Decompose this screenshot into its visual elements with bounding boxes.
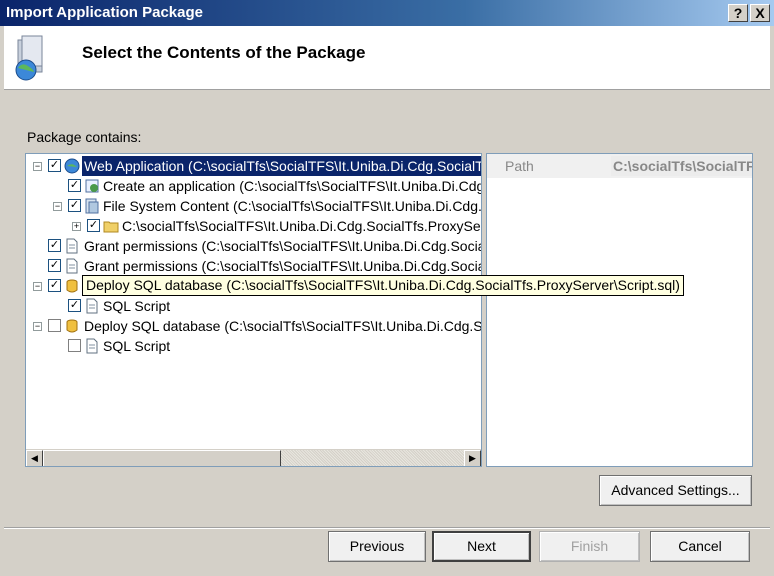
tree-item-label: Deploy SQL database (C:\socialTfs\Social…: [84, 318, 482, 334]
tree-item-file-system-content[interactable]: − ✓ File System Content (C:\socialTfs\So…: [26, 196, 481, 216]
package-globe-icon: [12, 34, 48, 82]
tree-item-grant-permissions-2[interactable]: ✓ Grant permissions (C:\socialTfs\Social…: [26, 256, 481, 276]
tree-checkbox[interactable]: ✓: [68, 179, 81, 192]
footer-separator: [4, 527, 770, 529]
tree-item-label: SQL Script: [103, 298, 171, 314]
scroll-left-icon[interactable]: ◀: [26, 450, 43, 466]
help-button[interactable]: ?: [728, 4, 748, 22]
tree-checkbox[interactable]: ✓: [68, 199, 81, 212]
tree-item-folder[interactable]: + ✓ C:\socialTfs\SocialTFS\It.Uniba.Di.C…: [26, 216, 481, 236]
package-tree[interactable]: − ✓ Web Application (C:\socialTfs\Social…: [25, 153, 482, 467]
tree-item-label: Web Application (C:\socialTfs\SocialTFS\…: [82, 156, 481, 176]
file-system-icon: [84, 198, 100, 214]
tree-item-label: SQL Script: [103, 338, 171, 354]
collapse-icon[interactable]: −: [53, 202, 62, 211]
tree-item-label: Grant permissions (C:\socialTfs\SocialTF…: [84, 258, 482, 274]
document-icon: [64, 258, 80, 274]
scroll-track[interactable]: [281, 450, 464, 466]
tree-checkbox[interactable]: ✓: [48, 239, 61, 252]
scroll-right-icon[interactable]: ▶: [464, 450, 481, 466]
tree-item-deploy-sql-2[interactable]: − Deploy SQL database (C:\socialTfs\Soci…: [26, 316, 481, 336]
tree-checkbox[interactable]: ✓: [48, 259, 61, 272]
script-icon: [84, 338, 100, 354]
database-icon: [64, 278, 80, 294]
advanced-settings-button[interactable]: Advanced Settings...: [599, 475, 752, 506]
expand-icon[interactable]: +: [72, 222, 81, 231]
property-value: C:\socialTfs\SocialTF: [611, 156, 753, 176]
document-icon: [64, 238, 80, 254]
tree-item-label: C:\socialTfs\SocialTFS\It.Uniba.Di.Cdg.S…: [122, 218, 482, 234]
tree-checkbox[interactable]: ✓: [48, 159, 61, 172]
tree-item-label: File System Content (C:\socialTfs\Social…: [103, 198, 482, 214]
script-icon: [84, 298, 100, 314]
tree-item-create-application[interactable]: ✓ Create an application (C:\socialTfs\So…: [26, 176, 481, 196]
wizard-header: Select the Contents of the Package: [4, 26, 770, 90]
tree-item-tooltip: Deploy SQL database (C:\socialTfs\Social…: [82, 275, 684, 296]
next-button[interactable]: Next: [432, 531, 531, 562]
tree-checkbox[interactable]: ✓: [87, 219, 100, 232]
window-title: Import Application Package: [6, 4, 203, 21]
tree-item-grant-permissions-1[interactable]: ✓ Grant permissions (C:\socialTfs\Social…: [26, 236, 481, 256]
page-title: Select the Contents of the Package: [82, 43, 366, 62]
tree-checkbox[interactable]: [48, 319, 61, 332]
properties-panel: Path C:\socialTfs\SocialTF: [486, 153, 753, 467]
tree-item-label: Grant permissions (C:\socialTfs\SocialTF…: [84, 238, 482, 254]
previous-button[interactable]: Previous: [328, 531, 426, 562]
cancel-button[interactable]: Cancel: [650, 531, 750, 562]
folder-icon: [103, 218, 119, 234]
tree-checkbox[interactable]: ✓: [68, 299, 81, 312]
app-icon: [84, 178, 100, 194]
tree-checkbox[interactable]: ✓: [48, 279, 61, 292]
property-row-path: Path C:\socialTfs\SocialTF: [487, 154, 752, 178]
globe-icon: [64, 158, 80, 174]
tree-item-web-application[interactable]: − ✓ Web Application (C:\socialTfs\Social…: [26, 156, 481, 176]
title-bar: Import Application Package ? X: [0, 0, 774, 26]
tree-item-sql-script-2[interactable]: SQL Script: [26, 336, 481, 356]
collapse-icon[interactable]: −: [33, 282, 42, 291]
horizontal-scrollbar[interactable]: ◀ ▶: [26, 449, 481, 466]
collapse-icon[interactable]: −: [33, 162, 42, 171]
property-key: Path: [505, 158, 534, 174]
tree-item-label: Create an application (C:\socialTfs\Soci…: [103, 178, 482, 194]
scroll-thumb[interactable]: [43, 450, 281, 466]
tree-checkbox[interactable]: [68, 339, 81, 352]
package-contains-label: Package contains:: [27, 129, 142, 145]
collapse-icon[interactable]: −: [33, 322, 42, 331]
tree-item-sql-script-1[interactable]: ✓ SQL Script: [26, 296, 481, 316]
database-icon: [64, 318, 80, 334]
finish-button[interactable]: Finish: [539, 531, 640, 562]
close-button[interactable]: X: [750, 4, 770, 22]
